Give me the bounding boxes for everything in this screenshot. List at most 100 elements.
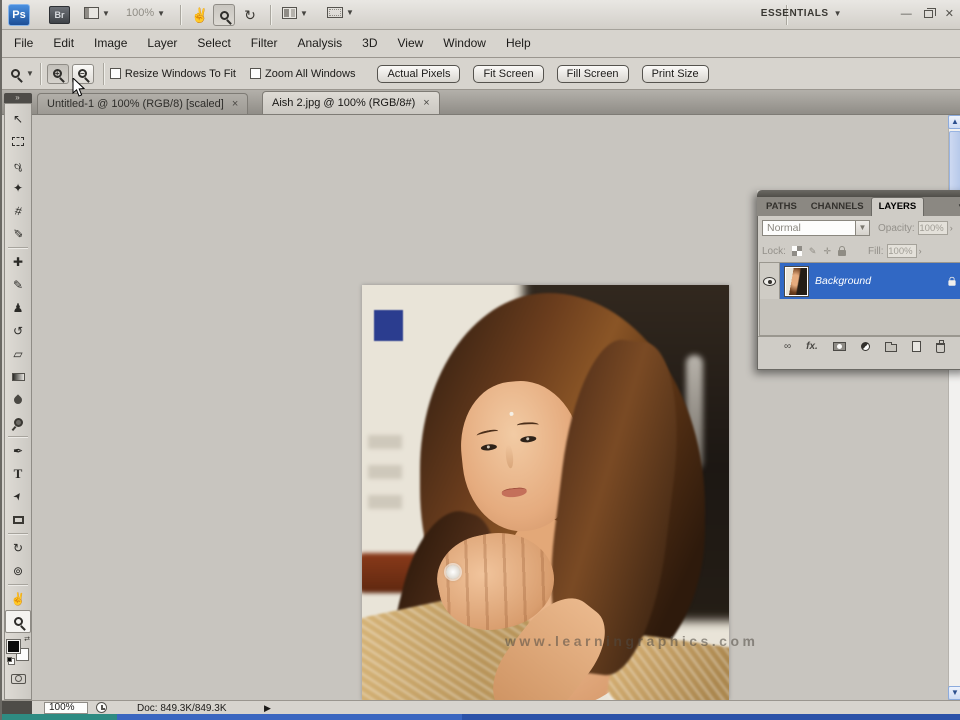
screen-mode-button[interactable]: ▼ (327, 7, 354, 18)
new-layer-button[interactable] (911, 341, 921, 352)
menu-image[interactable]: Image (84, 30, 137, 57)
lasso-tool[interactable]: ℘ (5, 153, 31, 176)
tab-title: Aish 2.jpg @ 100% (RGB/8#) (272, 97, 416, 109)
arrange-documents-button[interactable]: ▼ (282, 7, 308, 19)
document-size-info[interactable]: Doc: 849.3K/849.3K (137, 703, 227, 714)
menu-layer[interactable]: Layer (137, 30, 187, 57)
layer-list: Background (759, 262, 960, 336)
toolbox-dock-corner (2, 701, 32, 715)
layer-row-selected[interactable]: Background (780, 263, 960, 299)
menu-3d[interactable]: 3D (352, 30, 387, 57)
foreground-color-swatch[interactable] (7, 640, 20, 653)
3d-rotate-tool[interactable]: ↻ (5, 536, 31, 559)
zoom-tool[interactable] (5, 610, 31, 633)
actual-pixels-button[interactable]: Actual Pixels (377, 64, 461, 83)
3d-orbit-tool[interactable]: ⊚ (5, 559, 31, 582)
scroll-up-button[interactable]: ▲ (948, 115, 960, 129)
document-tab-aish2[interactable]: Aish 2.jpg @ 100% (RGB/8#) × (262, 91, 440, 114)
zoom-tool-button[interactable] (213, 4, 235, 26)
close-button[interactable]: ✕ (945, 7, 954, 20)
document-tab-untitled[interactable]: Untitled-1 @ 100% (RGB/8) [scaled] × (37, 93, 249, 114)
layer-row-background[interactable]: Background (760, 263, 960, 299)
add-layer-style-button[interactable]: fx. (806, 341, 818, 352)
tab-layers[interactable]: LAYERS (870, 197, 925, 216)
new-group-button[interactable] (884, 342, 897, 352)
zoom-in-button[interactable]: + (46, 63, 69, 84)
workspace-switcher[interactable]: ESSENTIALS ▼ (761, 8, 842, 19)
move-tool[interactable]: ↖ (5, 107, 31, 130)
clone-stamp-tool[interactable]: ♟ (5, 296, 31, 319)
fill-spinner-icon[interactable]: › (919, 246, 922, 256)
default-colors-icon[interactable] (7, 657, 12, 662)
lock-transparent-pixels[interactable] (791, 246, 802, 256)
eraser-tool[interactable]: ▱ (5, 342, 31, 365)
fill-screen-button[interactable]: Fill Screen (556, 64, 629, 83)
status-zoom-field[interactable]: 100% (44, 702, 88, 714)
menu-analysis[interactable]: Analysis (287, 30, 352, 57)
quick-selection-tool[interactable]: ✦ (5, 176, 31, 199)
view-extras-button[interactable]: ▼ (84, 7, 110, 19)
print-size-button[interactable]: Print Size (641, 64, 709, 83)
tool-preset-caret-icon[interactable]: ▼ (26, 69, 34, 78)
gradient-tool[interactable] (5, 365, 31, 388)
fit-screen-button[interactable]: Fit Screen (473, 64, 544, 83)
toolbox-collapse-header[interactable]: » (4, 93, 32, 103)
lock-position[interactable]: ✛ (823, 246, 831, 257)
link-layers-button[interactable]: ∞ (784, 341, 791, 352)
type-tool[interactable]: T (5, 462, 31, 485)
history-brush-tool[interactable]: ↺ (5, 319, 31, 342)
blend-mode-select[interactable]: Normal ▼ (762, 220, 870, 236)
shape-tool[interactable] (5, 508, 31, 531)
brush-tool[interactable]: ✎ (5, 273, 31, 296)
menu-select[interactable]: Select (187, 30, 240, 57)
menu-filter[interactable]: Filter (241, 30, 288, 57)
delete-layer-button[interactable] (935, 339, 945, 353)
layer-visibility-toggle[interactable] (760, 263, 780, 299)
blur-tool[interactable] (5, 388, 31, 411)
status-flyout-arrow[interactable]: ▶ (264, 703, 271, 714)
color-swatches[interactable]: ⇄ (7, 635, 30, 662)
new-adjustment-layer-button[interactable] (860, 342, 870, 351)
resize-windows-checkbox[interactable]: Resize Windows To Fit (109, 68, 236, 80)
pen-tool[interactable]: ✒ (5, 439, 31, 462)
menu-window[interactable]: Window (433, 30, 496, 57)
rectangular-marquee-tool[interactable] (5, 130, 31, 153)
minimize-button[interactable]: — (901, 8, 912, 20)
zoom-level-dropdown[interactable]: 100% ▼ (126, 7, 165, 19)
menu-view[interactable]: View (387, 30, 433, 57)
menu-edit[interactable]: Edit (43, 30, 84, 57)
opacity-value[interactable]: 100% (917, 221, 948, 235)
hand-tool-button[interactable]: ✌ (189, 4, 211, 26)
crop-tool[interactable]: # (5, 199, 31, 222)
scroll-down-button[interactable]: ▼ (948, 686, 960, 700)
screen-mode-icon (327, 7, 343, 18)
checkbox-icon (249, 68, 261, 79)
close-icon[interactable]: × (423, 97, 429, 109)
opacity-spinner-icon[interactable]: › (950, 223, 953, 233)
eyedropper-tool[interactable]: ✐ (5, 222, 31, 245)
spot-healing-brush-tool[interactable]: ✚ (5, 250, 31, 273)
fill-value[interactable]: 100% (886, 244, 917, 258)
dodge-tool[interactable] (5, 411, 31, 434)
blend-mode-value: Normal (767, 222, 801, 234)
zoom-all-windows-checkbox[interactable]: Zoom All Windows (249, 68, 355, 80)
lock-all[interactable] (838, 246, 846, 256)
rotate-view-button[interactable]: ↻ (239, 4, 261, 26)
tab-channels[interactable]: CHANNELS (804, 198, 871, 216)
lock-image-pixels[interactable]: ✎ (809, 246, 817, 257)
layer-thumbnail[interactable] (784, 265, 809, 297)
swap-colors-icon[interactable]: ⇄ (24, 635, 30, 643)
tab-paths[interactable]: PATHS (759, 198, 804, 216)
path-selection-tool[interactable]: ➤ (5, 485, 31, 508)
launch-bridge-button[interactable]: Br (49, 6, 70, 24)
menu-help[interactable]: Help (496, 30, 541, 57)
layer-name[interactable]: Background (815, 275, 948, 287)
quick-mask-mode-button[interactable] (5, 667, 31, 690)
panel-drag-bar[interactable] (757, 190, 960, 197)
add-layer-mask-button[interactable] (832, 342, 846, 351)
quick-mask-icon (10, 673, 26, 684)
restore-button[interactable] (923, 7, 936, 18)
hand-tool[interactable]: ✌ (5, 587, 31, 610)
menu-file[interactable]: File (4, 30, 43, 57)
close-icon[interactable]: × (232, 98, 238, 110)
